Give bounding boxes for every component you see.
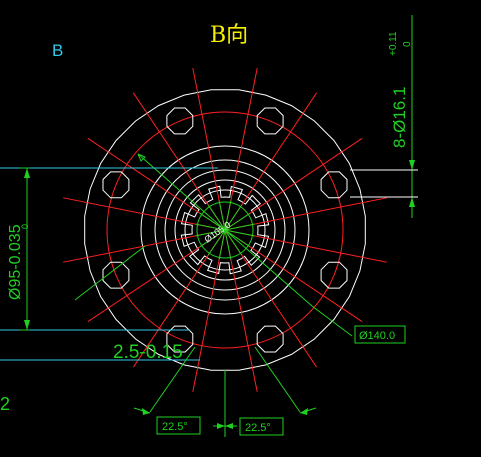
outer-diameter-label: Ø95-0.035 — [7, 224, 24, 300]
left-edge-value: 2 — [0, 394, 10, 414]
outer-tol: 0 — [20, 224, 30, 229]
view-title: B向 — [210, 23, 248, 48]
drawing-canvas[interactable]: B向 B Ø105.0 Ø140.0 8-Ø16.1 +0.11 0 Ø95-0… — [0, 0, 481, 457]
angle-left-label: 22.5° — [162, 421, 188, 433]
pcd-dimension-line — [137, 153, 313, 307]
cad-viewport[interactable]: B向 B Ø105.0 Ø140.0 8-Ø16.1 +0.11 0 Ø95-0… — [0, 0, 481, 457]
holes-tol-lower: 0 — [402, 41, 413, 47]
view-letter: B — [52, 41, 63, 60]
holes-label: 8-Ø16.1 — [390, 87, 409, 148]
holes-tol-upper: +0.11 — [388, 31, 399, 56]
pcd-label: Ø140.0 — [359, 330, 395, 342]
angle-right-label: 22.5° — [245, 422, 271, 434]
depth-label: 2.5-0.15 — [113, 342, 183, 363]
